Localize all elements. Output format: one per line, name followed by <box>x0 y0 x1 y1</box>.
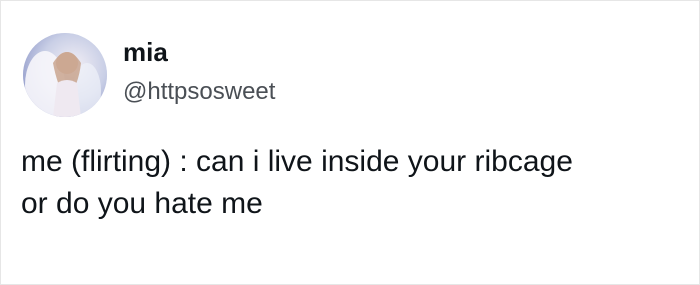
tweet-text: me (flirting) : can i live inside your r… <box>21 141 681 225</box>
user-handle[interactable]: @httpsosweet <box>123 77 275 107</box>
tweet-text-line: me (flirting) : can i live inside your r… <box>21 145 573 178</box>
avatar[interactable] <box>23 33 107 117</box>
display-name[interactable]: mia <box>123 37 168 67</box>
profile-picture-angel-icon <box>23 33 107 117</box>
tweet-text-line: or do you hate me <box>21 187 263 220</box>
tweet-card: mia @httpsosweet me (flirting) : can i l… <box>0 0 700 285</box>
